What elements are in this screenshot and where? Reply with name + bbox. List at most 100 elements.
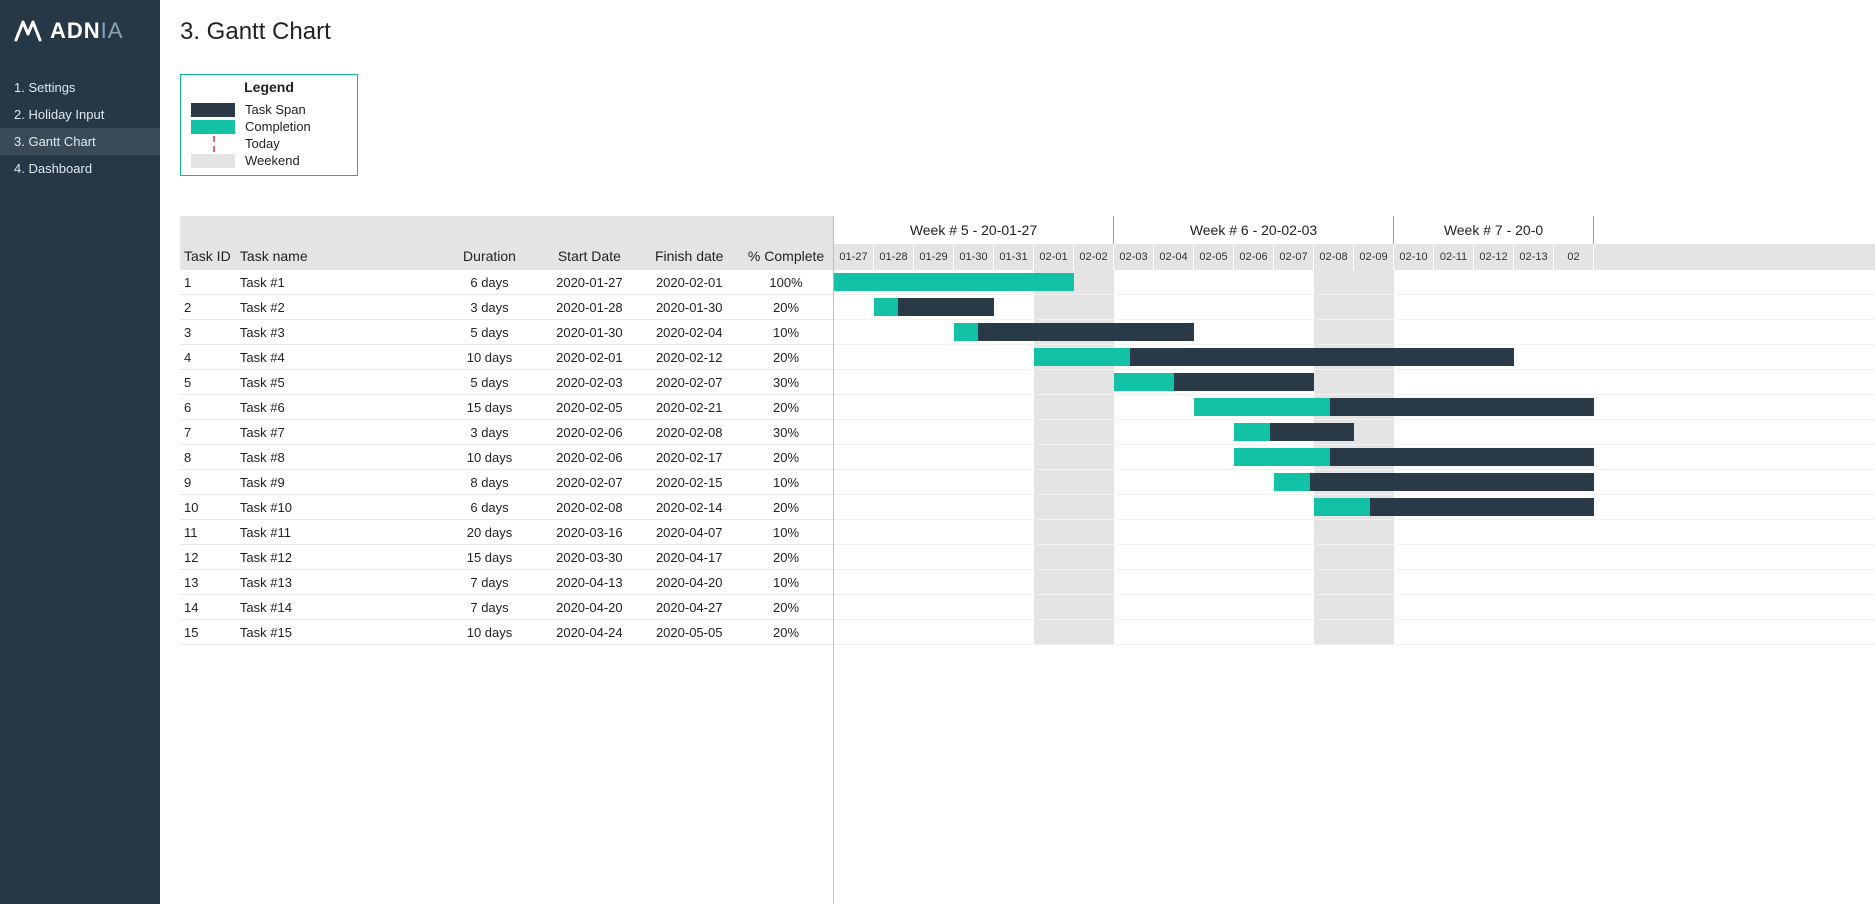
task-row[interactable]: 8Task #810 days2020-02-062020-02-1720% (180, 445, 833, 470)
task-cell-name: Task #5 (240, 375, 440, 390)
gantt-cell (914, 545, 954, 569)
gantt-cell (1114, 620, 1154, 644)
gantt-cell (834, 545, 874, 569)
gantt-cell (994, 495, 1034, 519)
gantt-cell (1034, 445, 1074, 469)
gantt-cell (834, 395, 874, 419)
gantt-cell (1434, 270, 1474, 294)
gantt-bar-span[interactable] (954, 323, 1194, 341)
sidebar-item-3[interactable]: 4. Dashboard (0, 155, 160, 182)
gantt-row (834, 420, 1875, 445)
task-cell-duration: 3 days (440, 425, 540, 440)
task-cell-duration: 15 days (440, 400, 540, 415)
task-cell-end: 2020-01-30 (639, 300, 739, 315)
sidebar-item-1[interactable]: 2. Holiday Input (0, 101, 160, 128)
task-cell-start: 2020-01-27 (539, 275, 639, 290)
gantt-cell (1354, 270, 1394, 294)
gantt-cell (914, 470, 954, 494)
task-row[interactable]: 11Task #1120 days2020-03-162020-04-0710% (180, 520, 833, 545)
task-cell-start: 2020-02-01 (539, 350, 639, 365)
gantt-cell (1474, 320, 1514, 344)
task-row[interactable]: 4Task #410 days2020-02-012020-02-1220% (180, 345, 833, 370)
legend-label: Completion (245, 119, 311, 134)
task-cell-pct: 20% (739, 300, 833, 315)
task-row[interactable]: 15Task #1510 days2020-04-242020-05-0520% (180, 620, 833, 645)
gantt-cell (1554, 320, 1594, 344)
task-cell-name: Task #7 (240, 425, 440, 440)
content-row: Task ID Task name Duration Start Date Fi… (180, 216, 1875, 904)
gantt-cell (1474, 370, 1514, 394)
gantt-cell (994, 295, 1034, 319)
gantt-cell (1354, 320, 1394, 344)
gantt-cell (1194, 620, 1234, 644)
gantt-cell (1234, 520, 1274, 544)
gantt-cell (1434, 570, 1474, 594)
gantt-cell (1234, 595, 1274, 619)
task-cell-end: 2020-02-01 (639, 275, 739, 290)
task-row[interactable]: 9Task #98 days2020-02-072020-02-1510% (180, 470, 833, 495)
legend-row-completion: Completion (181, 118, 357, 135)
gantt-row (834, 520, 1875, 545)
task-row[interactable]: 5Task #55 days2020-02-032020-02-0730% (180, 370, 833, 395)
gantt-cell (1194, 495, 1234, 519)
gantt-bar-completion (1034, 348, 1130, 366)
task-cell-end: 2020-02-21 (639, 400, 739, 415)
gantt-cell (1154, 445, 1194, 469)
gantt-week-cell: Week # 6 - 20-02-03 (1114, 216, 1394, 244)
task-row[interactable]: 14Task #147 days2020-04-202020-04-2720% (180, 595, 833, 620)
gantt-cell (1234, 295, 1274, 319)
gantt-bar-completion (1194, 398, 1330, 416)
gantt-cell (1074, 570, 1114, 594)
task-cell-start: 2020-02-06 (539, 425, 639, 440)
task-cell-id: 4 (180, 350, 240, 365)
gantt-cell (1314, 295, 1354, 319)
gantt-chart[interactable]: Week # 5 - 20-01-27Week # 6 - 20-02-03We… (834, 216, 1875, 904)
gantt-bar-span[interactable] (1274, 473, 1594, 491)
gantt-cell (1194, 445, 1234, 469)
gantt-day-cell: 01-29 (914, 244, 954, 270)
gantt-cell (994, 570, 1034, 594)
legend-swatch-weekend (191, 154, 235, 168)
sidebar-item-0[interactable]: 1. Settings (0, 74, 160, 101)
gantt-cell (834, 495, 874, 519)
gantt-cell (1274, 595, 1314, 619)
gantt-cell (1394, 270, 1434, 294)
task-row[interactable]: 12Task #1215 days2020-03-302020-04-1720% (180, 545, 833, 570)
task-row[interactable]: 13Task #137 days2020-04-132020-04-2010% (180, 570, 833, 595)
task-row[interactable]: 7Task #73 days2020-02-062020-02-0830% (180, 420, 833, 445)
task-cell-duration: 3 days (440, 300, 540, 315)
gantt-row (834, 345, 1875, 370)
task-cell-id: 2 (180, 300, 240, 315)
gantt-cell (874, 445, 914, 469)
task-cell-name: Task #1 (240, 275, 440, 290)
gantt-cell (874, 370, 914, 394)
gantt-cell (1194, 595, 1234, 619)
gantt-row (834, 320, 1875, 345)
task-row[interactable]: 1Task #16 days2020-01-272020-02-01100% (180, 270, 833, 295)
task-cell-pct: 30% (739, 375, 833, 390)
gantt-row (834, 545, 1875, 570)
gantt-cell (1474, 295, 1514, 319)
gantt-cell (1194, 320, 1234, 344)
task-row[interactable]: 2Task #23 days2020-01-282020-01-3020% (180, 295, 833, 320)
gantt-cell (1354, 295, 1394, 319)
gantt-cell (1314, 270, 1354, 294)
gantt-cell (954, 595, 994, 619)
sidebar-item-2[interactable]: 3. Gantt Chart (0, 128, 160, 155)
gantt-cell (1194, 295, 1234, 319)
gantt-cell (834, 445, 874, 469)
task-row[interactable]: 10Task #106 days2020-02-082020-02-1420% (180, 495, 833, 520)
task-row[interactable]: 6Task #615 days2020-02-052020-02-2120% (180, 395, 833, 420)
gantt-cell (1034, 570, 1074, 594)
task-cell-end: 2020-04-17 (639, 550, 739, 565)
task-cell-end: 2020-02-17 (639, 450, 739, 465)
brand-name: ADNIA (50, 18, 123, 44)
gantt-cell (1154, 495, 1194, 519)
gantt-cell (1034, 620, 1074, 644)
gantt-cell (1554, 620, 1594, 644)
gantt-cell (954, 545, 994, 569)
gantt-cell (1034, 395, 1074, 419)
gantt-cell (1514, 595, 1554, 619)
gantt-body (834, 270, 1875, 645)
task-row[interactable]: 3Task #35 days2020-01-302020-02-0410% (180, 320, 833, 345)
